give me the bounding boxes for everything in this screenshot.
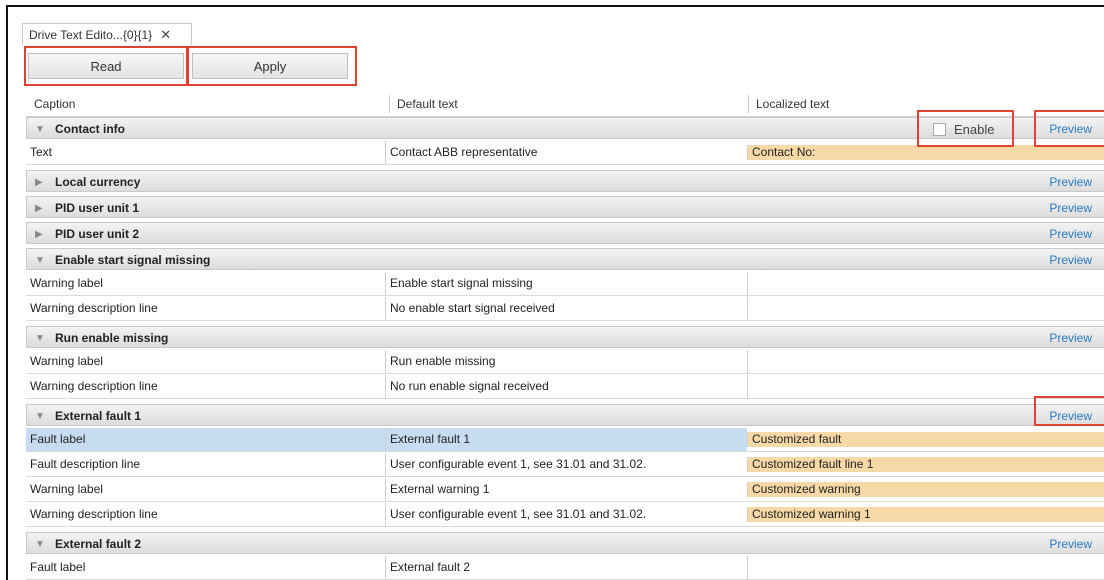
preview-link[interactable]: Preview	[1049, 405, 1092, 427]
collapse-triangle-icon[interactable]: ▼	[35, 327, 45, 349]
caption-cell: Warning label	[30, 482, 103, 496]
group-title: Run enable missing	[55, 331, 169, 345]
preview-link[interactable]: Preview	[1049, 223, 1092, 245]
enable-control[interactable]: Enable	[933, 118, 994, 140]
default-text-cell: External fault 1	[385, 428, 747, 451]
preview-link[interactable]: Preview	[1049, 171, 1092, 193]
collapse-triangle-icon[interactable]: ▼	[35, 533, 45, 555]
preview-link[interactable]: Preview	[1049, 118, 1092, 140]
caption-cell: Fault label	[26, 428, 385, 451]
column-header-default-text[interactable]: Default text	[391, 92, 458, 116]
localized-text-cell[interactable]: Customized fault	[747, 432, 1104, 447]
grid-header: Caption Default text Localized text	[26, 92, 1104, 117]
column-header-caption[interactable]: Caption	[28, 92, 75, 116]
localized-text-cell[interactable]: Contact No:	[747, 145, 1104, 160]
caption-cell: Warning description line	[30, 379, 158, 393]
preview-link[interactable]: Preview	[1049, 327, 1092, 349]
localized-text-cell[interactable]	[747, 272, 1104, 295]
group-title: Contact info	[55, 122, 125, 136]
caption-cell: Warning label	[30, 354, 103, 368]
localized-text-cell[interactable]	[747, 350, 1104, 373]
read-button[interactable]: Read	[28, 53, 184, 79]
default-text-cell: External fault 2	[385, 556, 747, 579]
preview-link[interactable]: Preview	[1049, 249, 1092, 271]
expand-triangle-icon[interactable]: ▶	[35, 223, 43, 245]
caption-cell: Fault label	[30, 560, 86, 574]
group-title: Enable start signal missing	[55, 253, 211, 267]
table-row[interactable]: Warning description line No enable start …	[26, 297, 1104, 321]
default-text-cell: Contact ABB representative	[385, 141, 747, 164]
group-title: External fault 2	[55, 537, 142, 551]
enable-label: Enable	[954, 121, 995, 137]
caption-cell: Warning description line	[30, 507, 158, 521]
table-row[interactable]: Warning label Run enable missing	[26, 350, 1104, 374]
table-row[interactable]: Warning label External warning 1 Customize…	[26, 478, 1104, 502]
apply-button[interactable]: Apply	[192, 53, 348, 79]
group-title: External fault 1	[55, 409, 142, 423]
group-header[interactable]: ▶ Local currency Preview	[26, 170, 1104, 192]
default-text-cell: External warning 1	[385, 478, 747, 501]
group-header[interactable]: ▼ Enable start signal missing Preview	[26, 248, 1104, 270]
group-title: PID user unit 1	[55, 201, 140, 215]
caption-cell: Warning description line	[30, 301, 158, 315]
table-row[interactable]: Fault label External fault 2	[26, 556, 1104, 580]
default-text-cell: No enable start signal received	[385, 297, 747, 320]
default-text-cell: Enable start signal missing	[385, 272, 747, 295]
tab-title: Drive Text Edito...{0}{1}	[29, 27, 153, 42]
caption-cell: Warning label	[30, 276, 103, 290]
localized-text-cell[interactable]: Customized fault line 1	[747, 457, 1104, 472]
default-text-cell: User configurable event 1, see 31.01 and…	[385, 453, 747, 476]
localized-text-cell[interactable]	[747, 556, 1104, 579]
expand-triangle-icon[interactable]: ▶	[35, 171, 43, 193]
table-row[interactable]: Warning description line User configurabl…	[26, 503, 1104, 527]
group-title: Local currency	[55, 175, 141, 189]
localized-text-cell[interactable]: Customized warning 1	[747, 507, 1104, 522]
group-title: PID user unit 2	[55, 227, 140, 241]
group-header[interactable]: ▼ Run enable missing Preview	[26, 326, 1104, 348]
close-icon[interactable]: ✕	[160, 27, 171, 43]
table-row[interactable]: Warning description line No run enable si…	[26, 375, 1104, 399]
group-header[interactable]: ▶ PID user unit 2 Preview	[26, 222, 1104, 244]
default-text-cell: User configurable event 1, see 31.01 and…	[385, 503, 747, 526]
default-text-cell: No run enable signal received	[385, 375, 747, 398]
collapse-triangle-icon[interactable]: ▼	[35, 118, 45, 140]
group-header[interactable]: ▼ External fault 1 Preview	[26, 404, 1104, 426]
group-header[interactable]: ▶ PID user unit 1 Preview	[26, 196, 1104, 218]
localized-text-cell[interactable]	[747, 375, 1104, 398]
expand-triangle-icon[interactable]: ▶	[35, 197, 43, 219]
column-header-localized-text[interactable]: Localized text	[750, 92, 829, 116]
caption-cell: Fault description line	[30, 457, 141, 471]
preview-link[interactable]: Preview	[1049, 197, 1092, 219]
collapse-triangle-icon[interactable]: ▼	[35, 405, 45, 427]
preview-link[interactable]: Preview	[1049, 533, 1092, 555]
localized-text-cell[interactable]	[747, 297, 1104, 320]
table-row[interactable]: Warning label Enable start signal missing	[26, 272, 1104, 296]
group-header[interactable]: ▼ External fault 2 Preview	[26, 532, 1104, 554]
table-row[interactable]: Fault description line User configurable …	[26, 453, 1104, 477]
table-row[interactable]: Fault label External fault 1 Customized fa…	[26, 428, 1104, 452]
default-text-cell: Run enable missing	[385, 350, 747, 373]
tab-drive-text-editor[interactable]: Drive Text Edito...{0}{1} ✕	[22, 23, 192, 45]
group-header[interactable]: ▼ Contact info Enable Preview	[26, 117, 1104, 139]
table-row[interactable]: Text Contact ABB representative Contact No…	[26, 141, 1104, 165]
enable-checkbox[interactable]	[933, 122, 946, 136]
localized-text-cell[interactable]: Customized warning	[747, 482, 1104, 497]
collapse-triangle-icon[interactable]: ▼	[35, 249, 45, 271]
caption-cell: Text	[30, 145, 53, 159]
